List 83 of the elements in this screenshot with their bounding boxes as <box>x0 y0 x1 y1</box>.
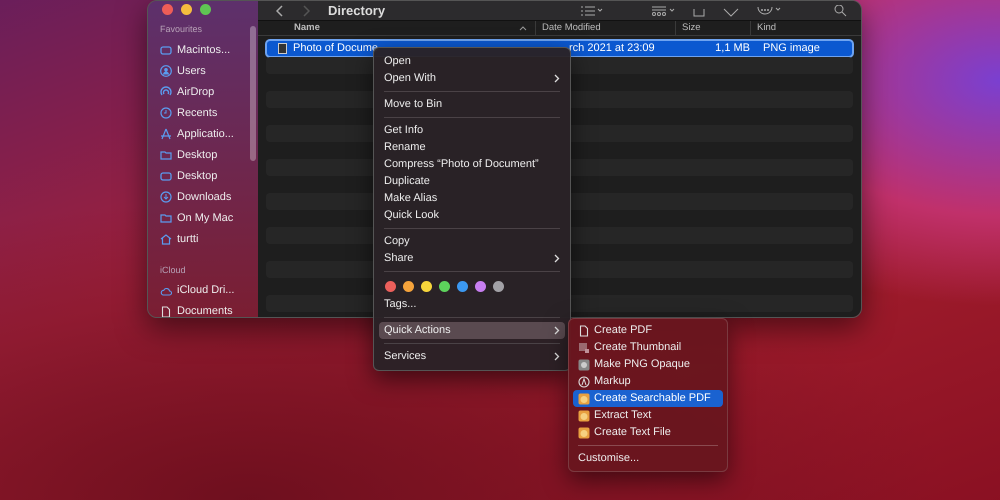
menu-item[interactable]: Create Thumbnail <box>573 339 723 356</box>
sidebar-item[interactable]: iCloud Dri... <box>154 280 252 301</box>
grid-view-icon[interactable] <box>651 6 675 16</box>
table-cell-text: 1,1 MB <box>714 41 751 56</box>
window-title: Directory <box>328 2 386 20</box>
sidebar-item[interactable]: Users <box>154 60 252 82</box>
minimize-icon[interactable] <box>181 4 192 15</box>
list-view-icon[interactable] <box>581 6 603 16</box>
menu-item[interactable]: Services <box>379 348 565 365</box>
file-name: Photo of Docume <box>293 41 378 56</box>
drive-icon <box>160 44 172 56</box>
sidebar-section-label: iCloud <box>160 264 187 276</box>
tag-color-dot[interactable] <box>457 281 468 292</box>
column-header[interactable]: Kind <box>750 21 845 35</box>
menu-item[interactable]: Open With <box>379 70 565 87</box>
menu-item[interactable]: Make Alias <box>379 190 565 207</box>
back-icon[interactable] <box>276 4 284 16</box>
house-icon <box>160 233 172 245</box>
file-thumbnail-icon <box>278 43 287 54</box>
sidebar-item[interactable]: On My Mac <box>154 208 252 228</box>
menu-item[interactable]: Create Searchable PDF <box>573 390 723 407</box>
tag-color-dot[interactable] <box>493 281 504 292</box>
sidebar-section-label: Favourites <box>160 23 204 36</box>
menu-item[interactable]: Tags... <box>379 296 565 313</box>
airdrop-icon <box>160 86 172 98</box>
app-icon <box>578 392 590 404</box>
table-cell-text: PNG image <box>762 41 821 56</box>
tag-color-dot[interactable] <box>475 281 486 292</box>
chevron-right-icon <box>554 74 560 83</box>
menu-item[interactable]: Create PDF <box>573 322 723 339</box>
menu-item[interactable]: Open <box>379 53 565 70</box>
sidebar-item[interactable]: Desktop <box>154 166 252 186</box>
folder-icon <box>160 149 172 161</box>
app-icon <box>578 410 590 422</box>
sidebar-item[interactable]: Desktop <box>154 144 252 166</box>
document-icon <box>160 306 172 317</box>
sidebar-item[interactable]: Documents <box>154 301 252 317</box>
menu-item[interactable]: Customise... <box>573 450 723 467</box>
markup-icon <box>578 376 590 388</box>
sidebar-item[interactable]: Downloads <box>154 186 252 208</box>
tag-color-dot[interactable] <box>439 281 450 292</box>
menu-item[interactable]: Quick Look <box>379 207 565 224</box>
tag-color-dot[interactable] <box>421 281 432 292</box>
menu-item[interactable]: Duplicate <box>379 173 565 190</box>
document-icon <box>578 324 590 336</box>
folder-icon <box>160 212 172 224</box>
clock-icon <box>160 107 172 119</box>
menu-item[interactable]: Share <box>379 250 565 267</box>
user-icon <box>160 65 172 77</box>
table-cell-text: rch 2021 at 23:09 <box>568 41 656 56</box>
sidebar-item[interactable]: turtti <box>154 228 252 250</box>
image-icon <box>578 358 590 370</box>
menu-item[interactable]: Compress “Photo of Document” <box>379 156 565 173</box>
more-icon[interactable] <box>757 4 781 16</box>
drive-icon <box>160 170 172 182</box>
menu-item[interactable]: Create Text File <box>573 424 723 441</box>
download-icon <box>160 191 172 203</box>
thumbnail-icon <box>578 342 590 354</box>
zoom-icon[interactable] <box>200 4 211 15</box>
menu-item[interactable]: Get Info <box>379 122 565 139</box>
chevron-right-icon <box>554 326 560 335</box>
menu-item[interactable]: Make PNG Opaque <box>573 356 723 373</box>
menu-item[interactable]: Markup <box>573 373 723 390</box>
sidebar-item[interactable]: Recents <box>154 102 252 124</box>
menu-item[interactable]: Rename <box>379 139 565 156</box>
column-header[interactable]: Name <box>258 21 535 35</box>
column-header[interactable]: Size <box>675 21 750 35</box>
app-icon <box>578 426 590 438</box>
scrollbar[interactable] <box>250 26 256 161</box>
apps-icon <box>160 128 172 140</box>
close-icon[interactable] <box>162 4 173 15</box>
tag-color-dot[interactable] <box>403 281 414 292</box>
sidebar-item[interactable]: AirDrop <box>154 82 252 102</box>
column-header[interactable]: Date Modified <box>535 21 675 35</box>
menu-item[interactable]: Copy <box>379 233 565 250</box>
tag-color-dot[interactable] <box>385 281 396 292</box>
chevron-right-icon <box>554 254 560 263</box>
chevron-right-icon <box>554 352 560 361</box>
sidebar-item[interactable]: Applicatio... <box>154 124 252 144</box>
menu-item[interactable]: Quick Actions <box>379 322 565 339</box>
sidebar-item[interactable]: Macintos... <box>154 40 252 60</box>
menu-item[interactable]: Extract Text <box>573 407 723 424</box>
menu-item[interactable]: Move to Bin <box>379 96 565 113</box>
